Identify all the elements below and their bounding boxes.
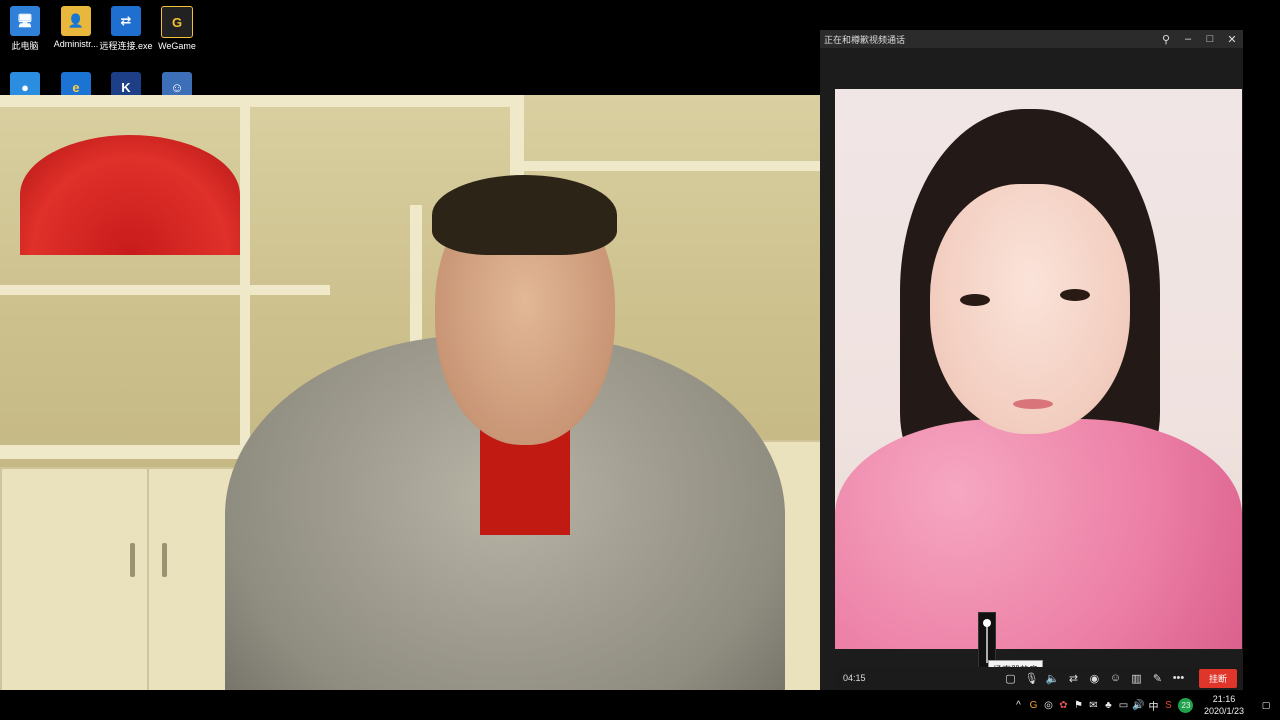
call-window-title: 正在和樽歉视频通话 (824, 34, 906, 45)
tray-app-icon[interactable]: ✿ (1056, 700, 1071, 711)
person-hair (432, 175, 617, 255)
desktop-icon-wegame[interactable]: G WeGame (147, 6, 207, 51)
red-fan-decoration (20, 135, 240, 255)
effects-icon[interactable]: ☺ (1105, 669, 1126, 687)
tray-expand-icon[interactable]: ^ (1011, 700, 1026, 711)
chat-icon[interactable]: ▢ (1000, 669, 1021, 687)
call-controls-bar: 04:15 ▢ 🎙 🔈 ⇄ ◉ ☺ ▥ ✎ ••• 挂断 (835, 667, 1242, 689)
whiteboard-icon[interactable]: ✎ (1147, 669, 1168, 687)
clock-time: 21:16 (1212, 694, 1236, 704)
call-timer: 04:15 (843, 673, 866, 683)
remote-person-face (930, 184, 1130, 434)
tray-badge-icon[interactable]: 23 (1176, 697, 1196, 713)
network-icon[interactable]: ▭ (1116, 700, 1131, 711)
volume-track (986, 621, 988, 663)
shelf-board (520, 161, 834, 171)
notification-center-icon[interactable]: ▢ (1252, 700, 1280, 711)
shelf-divider (240, 95, 250, 455)
remote-person-eye (960, 294, 990, 306)
tray-app-icon[interactable]: G (1026, 700, 1041, 711)
user-folder-icon: 👤 (61, 6, 91, 36)
cabinet-handle (130, 543, 135, 577)
tray-app-icon[interactable]: ◎ (1041, 700, 1056, 711)
tray-app-icon[interactable]: ✉ (1086, 700, 1101, 711)
system-tray: ^ G ◎ ✿ ⚑ ✉ ♣ ▭ 🔊 中 S 23 21:16 2020/1/23… (1011, 690, 1280, 720)
cabinet-door (0, 467, 149, 720)
speaker-icon[interactable]: 🔈 (1042, 669, 1063, 687)
switch-camera-icon[interactable]: ⇄ (1063, 669, 1084, 687)
cabinet-handle (162, 543, 167, 577)
maximize-button[interactable]: □ (1199, 33, 1221, 45)
sogou-input-icon[interactable]: S (1161, 700, 1176, 711)
shelf-unit (0, 95, 520, 107)
shelf-board (0, 285, 330, 295)
volume-knob[interactable] (983, 619, 991, 628)
input-method-icon[interactable]: 中 (1146, 698, 1161, 713)
layout-icon[interactable]: ▥ (1126, 669, 1147, 687)
remote-person-lips (1013, 399, 1053, 409)
tray-badge-count: 23 (1178, 697, 1194, 713)
hangup-button[interactable]: 挂断 (1198, 668, 1237, 688)
microphone-icon[interactable]: 🎙 (1021, 669, 1042, 687)
taskbar: ^ G ◎ ✿ ⚑ ✉ ♣ ▭ 🔊 中 S 23 21:16 2020/1/23… (0, 690, 1280, 720)
teamviewer-icon: ⇄ (111, 6, 141, 36)
clock-date: 2020/1/23 (1203, 706, 1244, 716)
volume-icon[interactable]: 🔊 (1131, 700, 1146, 711)
remote-person-hoodie (835, 419, 1242, 649)
video-call-window[interactable]: 正在和樽歉视频通话 ⚲ – □ ✕ (820, 30, 1243, 690)
remote-person-eye (1060, 289, 1090, 301)
pin-icon[interactable]: ⚲ (1155, 33, 1177, 46)
system-clock[interactable]: 21:16 2020/1/23 (1204, 693, 1244, 717)
call-window-titlebar[interactable]: 正在和樽歉视频通话 ⚲ – □ ✕ (820, 30, 1243, 48)
minimize-button[interactable]: – (1177, 33, 1199, 45)
more-icon[interactable]: ••• (1168, 669, 1189, 687)
close-button[interactable]: ✕ (1221, 33, 1243, 46)
computer-icon: 🖥 (10, 6, 40, 36)
remote-video (835, 89, 1242, 649)
camera-snapshot-icon[interactable]: ◉ (1084, 669, 1105, 687)
tray-app-icon[interactable]: ♣ (1101, 700, 1116, 711)
local-webcam-video (0, 95, 834, 720)
tray-app-icon[interactable]: ⚑ (1071, 700, 1086, 711)
wegame-icon: G (161, 6, 193, 38)
